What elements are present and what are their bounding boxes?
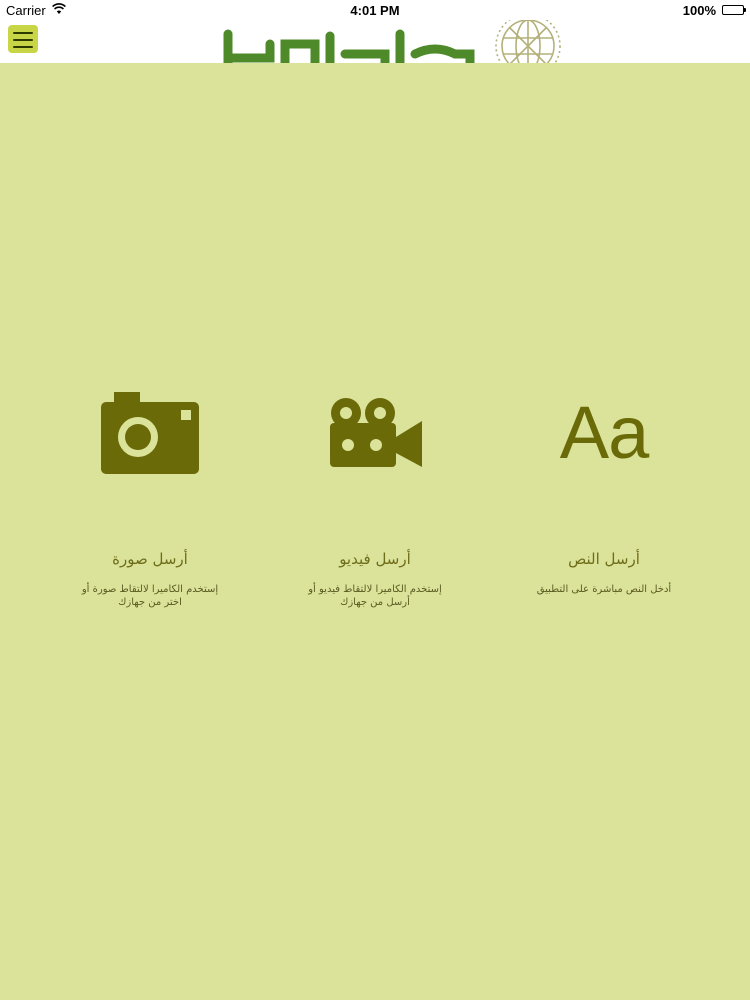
video-icon-wrap <box>250 383 500 483</box>
send-text-description: أدخل النص مباشرة على التطبيق <box>536 584 672 595</box>
app-logo <box>223 20 561 63</box>
send-video-title: أرسل فيديو <box>339 550 411 568</box>
hamburger-menu-icon <box>13 32 33 34</box>
text-icon: Aa <box>559 391 650 474</box>
camera-icon-wrap <box>25 383 275 483</box>
send-photo-tile[interactable]: أرسل صورة إستخدم الكاميرا لالتقاط صورة أ… <box>25 63 275 1000</box>
status-time: 4:01 PM <box>350 3 400 18</box>
text-icon-wrap: Aa <box>479 383 729 483</box>
send-text-tile[interactable]: Aa أرسل النص أدخل النص مباشرة على التطبي… <box>479 63 729 1000</box>
video-camera-icon <box>330 398 422 467</box>
status-bar: Carrier 4:01 PM 100% <box>0 0 750 20</box>
header-bar <box>0 20 750 63</box>
battery-percent: 100% <box>682 3 716 18</box>
send-video-description: إستخدم الكاميرا لالتقاط فيديو أو أرسل من… <box>308 584 442 608</box>
menu-button[interactable] <box>8 25 38 53</box>
send-photo-description: إستخدم الكاميرا لالتقاط صورة أو اختر من … <box>81 584 219 608</box>
main-content: أرسل صورة إستخدم الكاميرا لالتقاط صورة أ… <box>0 63 750 1000</box>
camera-icon <box>101 392 199 474</box>
send-video-tile[interactable]: أرسل فيديو إستخدم الكاميرا لالتقاط فيديو… <box>250 63 500 1000</box>
globe-logo-icon <box>495 20 561 63</box>
battery-icon <box>722 5 746 15</box>
send-text-title: أرسل النص <box>568 550 640 568</box>
send-photo-title: أرسل صورة <box>112 550 188 568</box>
